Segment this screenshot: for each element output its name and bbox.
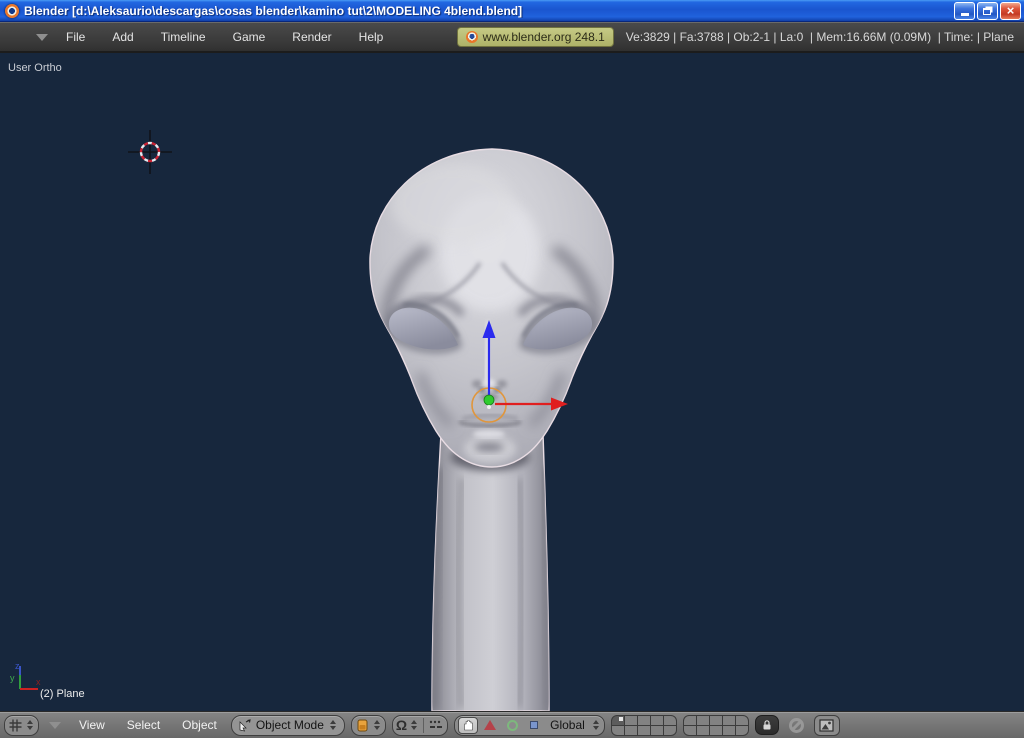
menu-select[interactable]: Select bbox=[127, 718, 160, 732]
layer-12[interactable] bbox=[625, 726, 637, 735]
layer-buttons-group-1[interactable] bbox=[611, 715, 677, 736]
manipulator-toggle-button[interactable] bbox=[458, 717, 478, 734]
layer-11[interactable] bbox=[612, 726, 624, 735]
center-points-icon[interactable] bbox=[428, 718, 444, 732]
grid-editor-icon bbox=[8, 718, 23, 733]
chevron-down-icon[interactable] bbox=[49, 722, 61, 729]
orientation-dropdown[interactable]: Global bbox=[550, 718, 585, 732]
blender-logo-icon bbox=[5, 4, 19, 18]
layer-13[interactable] bbox=[638, 726, 650, 735]
layer-6[interactable] bbox=[684, 716, 696, 725]
divider bbox=[423, 718, 424, 733]
blender-org-label: www.blender.org 248.1 bbox=[483, 30, 605, 44]
close-icon: × bbox=[1007, 4, 1015, 17]
layer-18[interactable] bbox=[710, 726, 722, 735]
menu-render[interactable]: Render bbox=[292, 30, 331, 44]
layer-10[interactable] bbox=[736, 716, 748, 725]
layer-1[interactable] bbox=[612, 716, 624, 725]
blender-window: Blender [d:\Aleksaurio\descargas\cosas b… bbox=[0, 0, 1024, 738]
menu-object[interactable]: Object bbox=[182, 718, 217, 732]
active-object-label: (2) Plane bbox=[40, 688, 85, 700]
layer-buttons-group-2[interactable] bbox=[683, 715, 749, 736]
blender-org-button[interactable]: www.blender.org 248.1 bbox=[457, 27, 614, 47]
layer-19[interactable] bbox=[723, 726, 735, 735]
top-menu-bar: File Add Timeline Game Render Help www.b… bbox=[0, 22, 1024, 53]
menu-game[interactable]: Game bbox=[233, 30, 266, 44]
3d-cursor bbox=[128, 130, 172, 174]
hand-icon bbox=[461, 718, 475, 732]
minimize-icon bbox=[961, 13, 969, 16]
scale-square-icon bbox=[530, 721, 538, 729]
translate-manipulator-button[interactable] bbox=[480, 717, 500, 734]
restore-icon bbox=[983, 8, 991, 15]
menu-help[interactable]: Help bbox=[359, 30, 384, 44]
mode-stepper[interactable] bbox=[328, 720, 338, 730]
layer-5[interactable] bbox=[664, 716, 676, 725]
restore-button[interactable] bbox=[977, 2, 998, 20]
layer-2[interactable] bbox=[625, 716, 637, 725]
pivot-point-icon[interactable]: Ω bbox=[396, 718, 407, 732]
viewport-3d[interactable]: User Ortho bbox=[0, 53, 1024, 711]
alien-head-model[interactable] bbox=[370, 149, 613, 467]
scale-manipulator-button[interactable] bbox=[524, 717, 544, 734]
mode-dropdown-label: Object Mode bbox=[256, 718, 324, 732]
layer-9[interactable] bbox=[723, 716, 735, 725]
layer-3[interactable] bbox=[638, 716, 650, 725]
viewport-header: View Select Object Object Mode Ω bbox=[0, 711, 1024, 738]
lock-icon bbox=[761, 719, 773, 731]
blender-logo-icon bbox=[466, 31, 478, 43]
object-mode-icon bbox=[238, 718, 252, 732]
scene-3d[interactable] bbox=[0, 53, 1024, 711]
axis-y-label: y bbox=[10, 673, 15, 683]
menu-file[interactable]: File bbox=[66, 30, 85, 44]
scene-stats: Ve:3829 | Fa:3788 | Ob:2-1 | La:0 | Mem:… bbox=[626, 30, 1014, 44]
chevron-down-icon[interactable] bbox=[36, 34, 48, 41]
draw-type-dropdown[interactable] bbox=[351, 715, 386, 736]
layer-4[interactable] bbox=[651, 716, 663, 725]
layer-17[interactable] bbox=[697, 726, 709, 735]
layer-8[interactable] bbox=[710, 716, 722, 725]
menu-add[interactable]: Add bbox=[112, 30, 133, 44]
manipulator-group: Global bbox=[454, 715, 605, 736]
render-image-icon bbox=[819, 719, 834, 732]
pivot-group: Ω bbox=[392, 715, 448, 736]
titlebar: Blender [d:\Aleksaurio\descargas\cosas b… bbox=[0, 0, 1024, 22]
menu-timeline[interactable]: Timeline bbox=[161, 30, 206, 44]
window-controls: × bbox=[954, 2, 1021, 20]
axis-z-label: z bbox=[15, 661, 20, 671]
solid-drawtype-icon bbox=[355, 718, 370, 733]
mode-dropdown[interactable]: Object Mode bbox=[231, 715, 345, 736]
draw-type-stepper[interactable] bbox=[372, 720, 382, 730]
rotate-circle-icon bbox=[507, 720, 518, 731]
window-title: Blender [d:\Aleksaurio\descargas\cosas b… bbox=[24, 4, 954, 18]
layer-15[interactable] bbox=[664, 726, 676, 735]
render-this-window-button[interactable] bbox=[814, 715, 840, 736]
orientation-stepper[interactable] bbox=[591, 720, 601, 730]
translate-triangle-icon bbox=[484, 720, 496, 730]
layer-20[interactable] bbox=[736, 726, 748, 735]
editor-type-button[interactable] bbox=[4, 715, 39, 736]
rotate-manipulator-button[interactable] bbox=[502, 717, 522, 734]
layer-16[interactable] bbox=[684, 726, 696, 735]
minimize-button[interactable] bbox=[954, 2, 975, 20]
axis-x-label: x bbox=[36, 677, 41, 687]
menu-view[interactable]: View bbox=[79, 718, 105, 732]
editor-type-stepper[interactable] bbox=[25, 720, 35, 730]
pivot-stepper[interactable] bbox=[409, 720, 419, 730]
alien-neck[interactable] bbox=[432, 433, 549, 711]
widget-origin bbox=[484, 395, 494, 405]
layer-7[interactable] bbox=[697, 716, 709, 725]
lock-layers-button[interactable] bbox=[755, 715, 779, 735]
layer-14[interactable] bbox=[651, 726, 663, 735]
proportional-edit-icon[interactable] bbox=[789, 718, 804, 733]
close-button[interactable]: × bbox=[1000, 2, 1021, 20]
